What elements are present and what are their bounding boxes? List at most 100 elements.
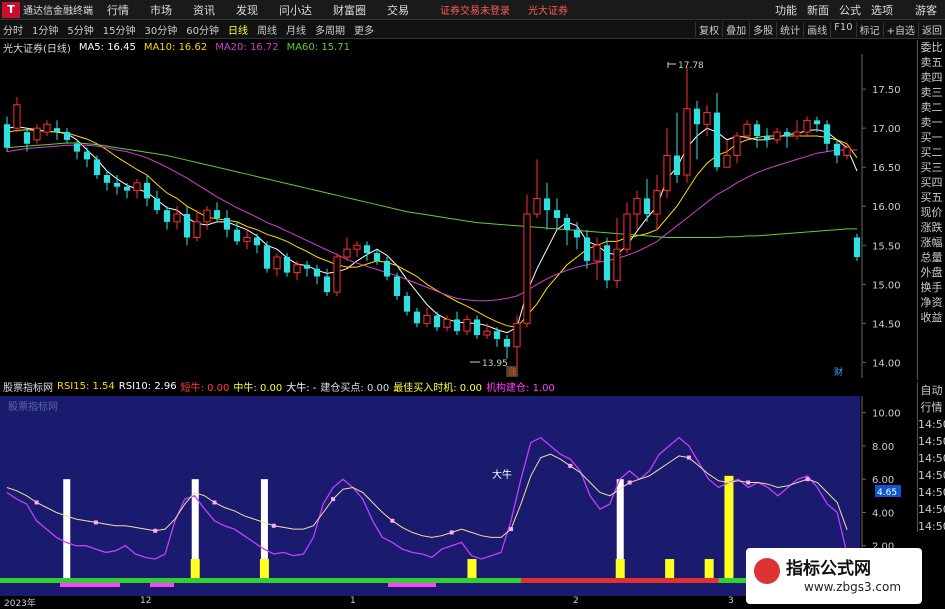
- side2-auto[interactable]: 自动: [918, 382, 945, 399]
- tick-time: 14:50: [918, 452, 945, 465]
- candle-body: [563, 217, 571, 230]
- candle-body: [443, 318, 451, 328]
- candlestick-chart[interactable]: 17.50 17.00 16.50 16.00 15.50 15.00 14.50 14.00…: [0, 54, 916, 378]
- candle-body: [543, 198, 551, 211]
- btn-fuquan[interactable]: 复权: [695, 21, 722, 37]
- indicator-name[interactable]: 股票指标网: [3, 379, 53, 394]
- candle-body: [73, 143, 81, 152]
- candle-body: [483, 330, 491, 336]
- candle-body: [523, 213, 531, 324]
- period-monthly[interactable]: 月线: [283, 22, 309, 37]
- signal-strip-magenta: [388, 583, 436, 587]
- candle-body: [753, 124, 761, 136]
- side-income: 收益: [920, 311, 943, 324]
- menu-gongshi[interactable]: 公式: [839, 2, 861, 18]
- btn-diejia[interactable]: 叠加: [722, 21, 749, 37]
- side-weibi[interactable]: 委比: [918, 40, 945, 55]
- btn-tongji[interactable]: 统计: [776, 21, 803, 37]
- candle-body: [13, 104, 21, 129]
- period-more[interactable]: 更多: [351, 22, 377, 37]
- yellow-signal-bar: [704, 559, 714, 579]
- price-tick-label: 17.50: [872, 85, 901, 96]
- yellow-signal-bar: [259, 559, 269, 579]
- candle-body: [583, 237, 591, 261]
- menu-faxian[interactable]: 发现: [236, 2, 258, 18]
- side-volume: 总量: [920, 251, 943, 264]
- candle-body: [623, 213, 631, 250]
- trading-notice[interactable]: 证券交易未登录: [440, 2, 510, 17]
- low-label: 13.95: [482, 359, 508, 369]
- candle-body: [203, 209, 211, 223]
- x-label-1: 1: [350, 596, 356, 606]
- period-15min[interactable]: 15分钟: [100, 22, 139, 37]
- btn-f10[interactable]: F10: [830, 21, 855, 37]
- candle-body: [263, 245, 271, 269]
- candle-body: [713, 112, 721, 168]
- period-multi[interactable]: 多周期: [312, 22, 348, 37]
- side-buy3: 买三: [920, 161, 943, 174]
- price-tick-label: 14.00: [872, 358, 901, 369]
- btn-biaoji[interactable]: 标记: [855, 21, 883, 37]
- period-weekly[interactable]: 周线: [254, 22, 280, 37]
- x-label-3: 3: [728, 596, 734, 606]
- side-sell1: 卖一: [920, 116, 943, 129]
- cai-tag[interactable]: 财: [834, 366, 843, 378]
- candle-body: [103, 175, 111, 183]
- logo-icon: [754, 558, 780, 584]
- side-buy4: 买四: [920, 176, 943, 189]
- rsi-tick-label: 10.00: [872, 409, 901, 420]
- menu-xinmian[interactable]: 新面: [807, 2, 829, 18]
- candle-body: [503, 338, 511, 347]
- menu-xuanxiang[interactable]: 选项: [871, 2, 893, 18]
- menu-jiaoyi[interactable]: 交易: [387, 2, 409, 18]
- side2-quote[interactable]: 行情: [918, 399, 945, 416]
- period-daily[interactable]: 日线: [225, 22, 251, 37]
- candle-body: [843, 147, 851, 156]
- yellow-signal-bar: [724, 475, 734, 579]
- zhongniu-value: 中牛: 0.00: [233, 383, 283, 394]
- candle-body: [613, 248, 621, 281]
- candle-body: [533, 197, 541, 215]
- right-menu: 功能 新面 公式 选项: [765, 2, 893, 18]
- period-5min[interactable]: 5分钟: [64, 22, 96, 37]
- zhang-tag: 涨: [508, 367, 517, 378]
- menu-gongneng[interactable]: 功能: [775, 2, 797, 18]
- period-60min[interactable]: 60分钟: [183, 22, 222, 37]
- menu-caifuquan[interactable]: 财富圈: [333, 2, 366, 18]
- tick-time: 14:50: [918, 520, 945, 533]
- period-30min[interactable]: 30分钟: [141, 22, 180, 37]
- logo-url: www.zbgs3.com: [804, 580, 902, 594]
- candle-body: [853, 237, 861, 257]
- candle-body: [403, 296, 411, 312]
- price-tick-label: 15.00: [872, 280, 901, 291]
- candle-body: [573, 229, 581, 238]
- menu-zixun[interactable]: 资讯: [193, 2, 215, 18]
- candle-body: [183, 214, 191, 238]
- side-buy5: 买五: [920, 191, 943, 204]
- candle-body: [823, 124, 831, 144]
- candle-body: [423, 315, 431, 324]
- yellow-signal-bar: [467, 559, 477, 579]
- quote-side-panel: 委比 卖五 卖四 卖三 卖二 卖一 买一 买二 买三 买四 买五 现价 涨跌 涨…: [917, 40, 945, 380]
- ma60-value: MA60: 15.71: [286, 42, 350, 53]
- period-fenshi[interactable]: 分时: [0, 22, 26, 37]
- side-outer: 外盘: [920, 266, 943, 279]
- price-tick-label: 16.50: [872, 163, 901, 174]
- menu-hangqing[interactable]: 行情: [107, 2, 129, 18]
- stock-title[interactable]: 光大证券(日线): [3, 40, 71, 55]
- guest-label[interactable]: 游客: [915, 2, 937, 18]
- tick-side-panel: 自动 行情 14:50 14:50 14:50 14:50 14:50 14:5…: [917, 382, 945, 533]
- candle-body: [273, 256, 281, 270]
- btn-huaxian[interactable]: 画线: [803, 21, 830, 37]
- btn-fanhui[interactable]: 返回: [918, 21, 945, 37]
- broker-name[interactable]: 光大证券: [528, 2, 568, 17]
- btn-zixuan[interactable]: +自选: [882, 21, 918, 37]
- rsi-dot: [390, 518, 395, 523]
- candle-body: [493, 331, 501, 339]
- menu-wenxiaoda[interactable]: 问小达: [279, 2, 312, 18]
- rsi-dot: [93, 520, 98, 525]
- candle-body: [373, 253, 381, 261]
- menu-shichang[interactable]: 市场: [150, 2, 172, 18]
- btn-duogu[interactable]: 多股: [749, 21, 776, 37]
- period-1min[interactable]: 1分钟: [29, 22, 61, 37]
